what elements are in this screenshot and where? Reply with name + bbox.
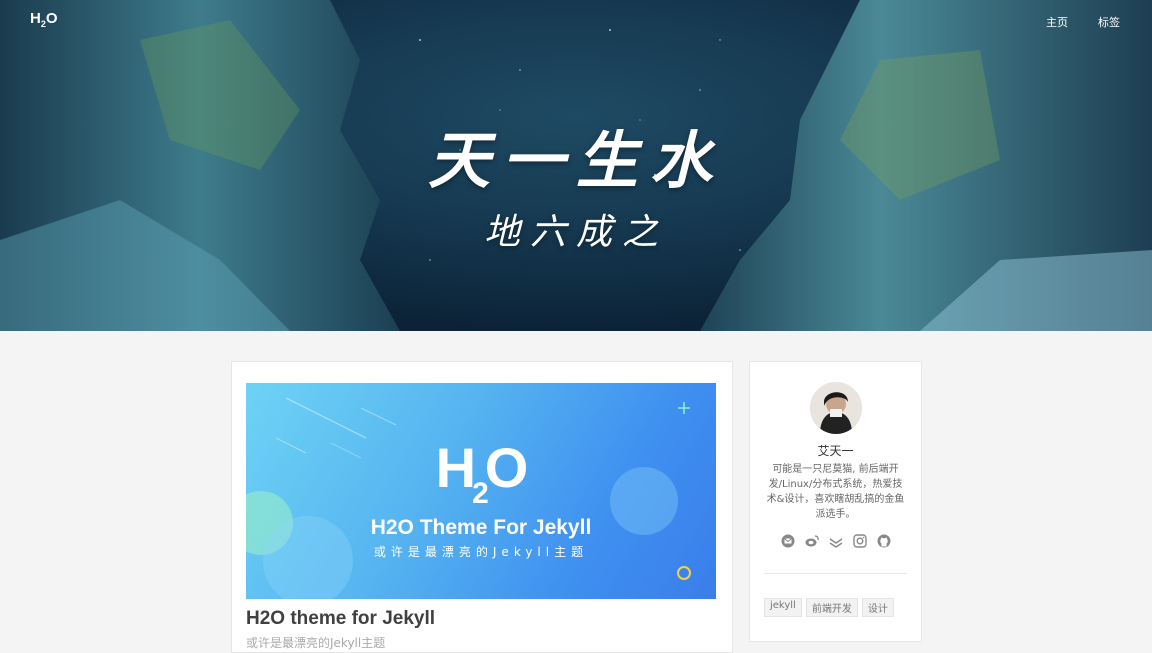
avatar xyxy=(810,382,862,434)
github-icon[interactable] xyxy=(877,533,891,548)
post-card[interactable]: H2O H2O Theme For Jekyll 或许是最漂亮的Jekyll主题… xyxy=(231,361,733,653)
cover-subtitle: 或许是最漂亮的Jekyll主题 xyxy=(373,545,589,559)
zhihu-icon[interactable] xyxy=(829,533,843,548)
hero-subtitle: 地六成之 xyxy=(483,212,668,253)
site-logo[interactable]: H2O xyxy=(30,10,58,29)
weibo-icon[interactable] xyxy=(805,533,819,547)
author-name: 艾天一 xyxy=(817,444,854,458)
hero-title: 天一生水 xyxy=(427,124,724,197)
nav-home-link[interactable]: 主页 xyxy=(1046,14,1068,30)
cover-logo: H2O xyxy=(435,436,529,510)
instagram-icon[interactable] xyxy=(852,533,867,548)
logo-letter-h: H xyxy=(30,10,41,27)
mail-icon[interactable] xyxy=(781,533,795,548)
cover-title: H2O Theme For Jekyll xyxy=(370,516,592,539)
post-cover-image[interactable]: H2O H2O Theme For Jekyll 或许是最漂亮的Jekyll主题 xyxy=(246,383,716,599)
tag-design[interactable]: 设计 xyxy=(861,598,894,617)
tag-jekyll[interactable]: jekyll xyxy=(764,598,802,617)
hero-header: H2O 主页 标签 天一生水 地六成之 xyxy=(0,0,1152,331)
logo-letter-o: O xyxy=(45,10,58,27)
author-bio: 可能是一只尼莫猫, 前后端开发/Linux/分布式系统，热爱技术&设计，喜欢瞎胡… xyxy=(766,464,905,520)
top-nav: 主页 标签 xyxy=(1046,14,1120,30)
social-links xyxy=(750,533,921,548)
nav-tags-link[interactable]: 标签 xyxy=(1098,14,1120,30)
post-excerpt: 或许是最漂亮的Jekyll主题 xyxy=(246,636,386,650)
author-sidebar: 艾天一 可能是一只尼莫猫, 前后端开发/Linux/分布式系统，热爱技术&设计，… xyxy=(749,361,922,642)
logo-subscript: 2 xyxy=(40,19,46,29)
post-title-link[interactable]: H2O theme for Jekyll xyxy=(246,608,435,630)
sidebar-divider xyxy=(764,573,907,574)
tag-list: jekyll 前端开发 设计 xyxy=(764,598,894,617)
tag-frontend[interactable]: 前端开发 xyxy=(805,598,858,617)
